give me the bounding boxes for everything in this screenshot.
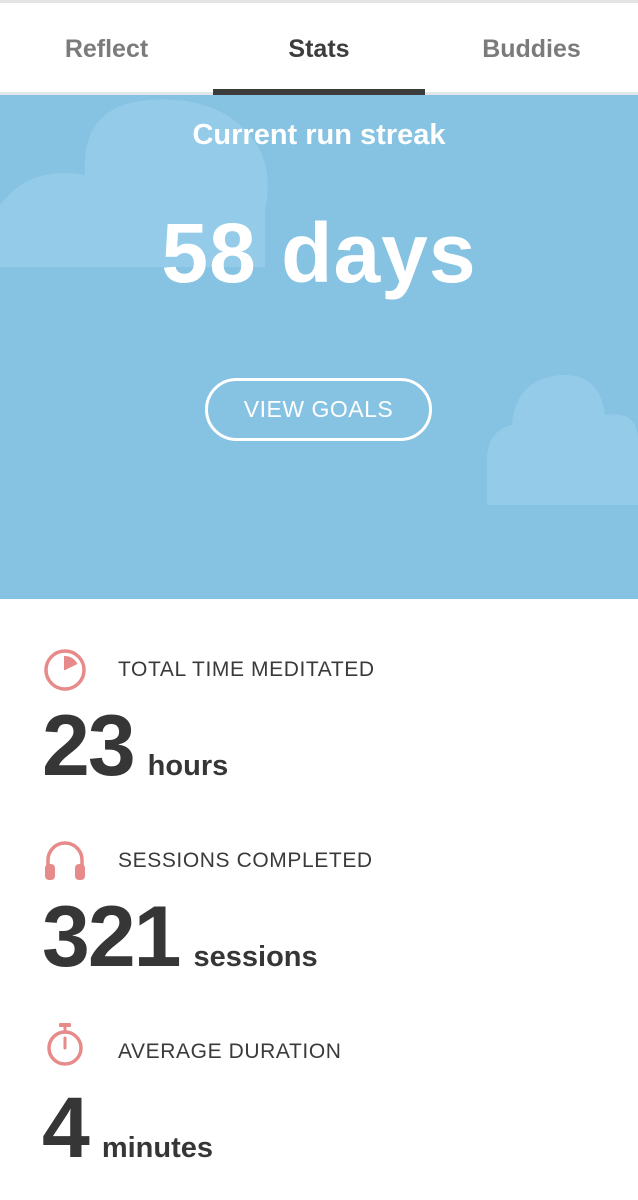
pie-timer-icon: [44, 649, 86, 691]
stat-value-row: 4 minutes: [42, 1085, 213, 1171]
view-goals-button[interactable]: VIEW GOALS: [205, 378, 432, 441]
stat-label: AVERAGE DURATION: [118, 1040, 342, 1063]
stat-unit: hours: [147, 750, 229, 782]
tab-buddies[interactable]: Buddies: [425, 3, 638, 95]
streak-value: 58 days: [161, 206, 477, 300]
stat-unit: minutes: [101, 1132, 214, 1164]
stat-value-row: 321 sessions: [42, 894, 318, 980]
stat-number: 23: [42, 698, 136, 794]
tab-stats[interactable]: Stats: [213, 3, 425, 95]
stopwatch-icon: [47, 1023, 83, 1066]
stats-screen: Reflect Stats Buddies Current run streak…: [0, 0, 638, 1200]
stat-unit: sessions: [193, 941, 318, 973]
stat-label: SESSIONS COMPLETED: [118, 849, 373, 872]
tab-reflect[interactable]: Reflect: [0, 3, 213, 95]
streak-title: Current run streak: [192, 119, 446, 151]
stat-label: TOTAL TIME MEDITATED: [118, 658, 375, 681]
streak-hero: Current run streak 58 days VIEW GOALS: [0, 95, 638, 599]
stat-value-row: 23 hours: [42, 703, 228, 789]
stat-number: 4: [42, 1080, 90, 1176]
cloud-decoration: [0, 99, 638, 505]
headphones-icon: [45, 841, 85, 880]
stat-number: 321: [42, 889, 181, 985]
tab-bar: Reflect Stats Buddies: [0, 0, 638, 98]
